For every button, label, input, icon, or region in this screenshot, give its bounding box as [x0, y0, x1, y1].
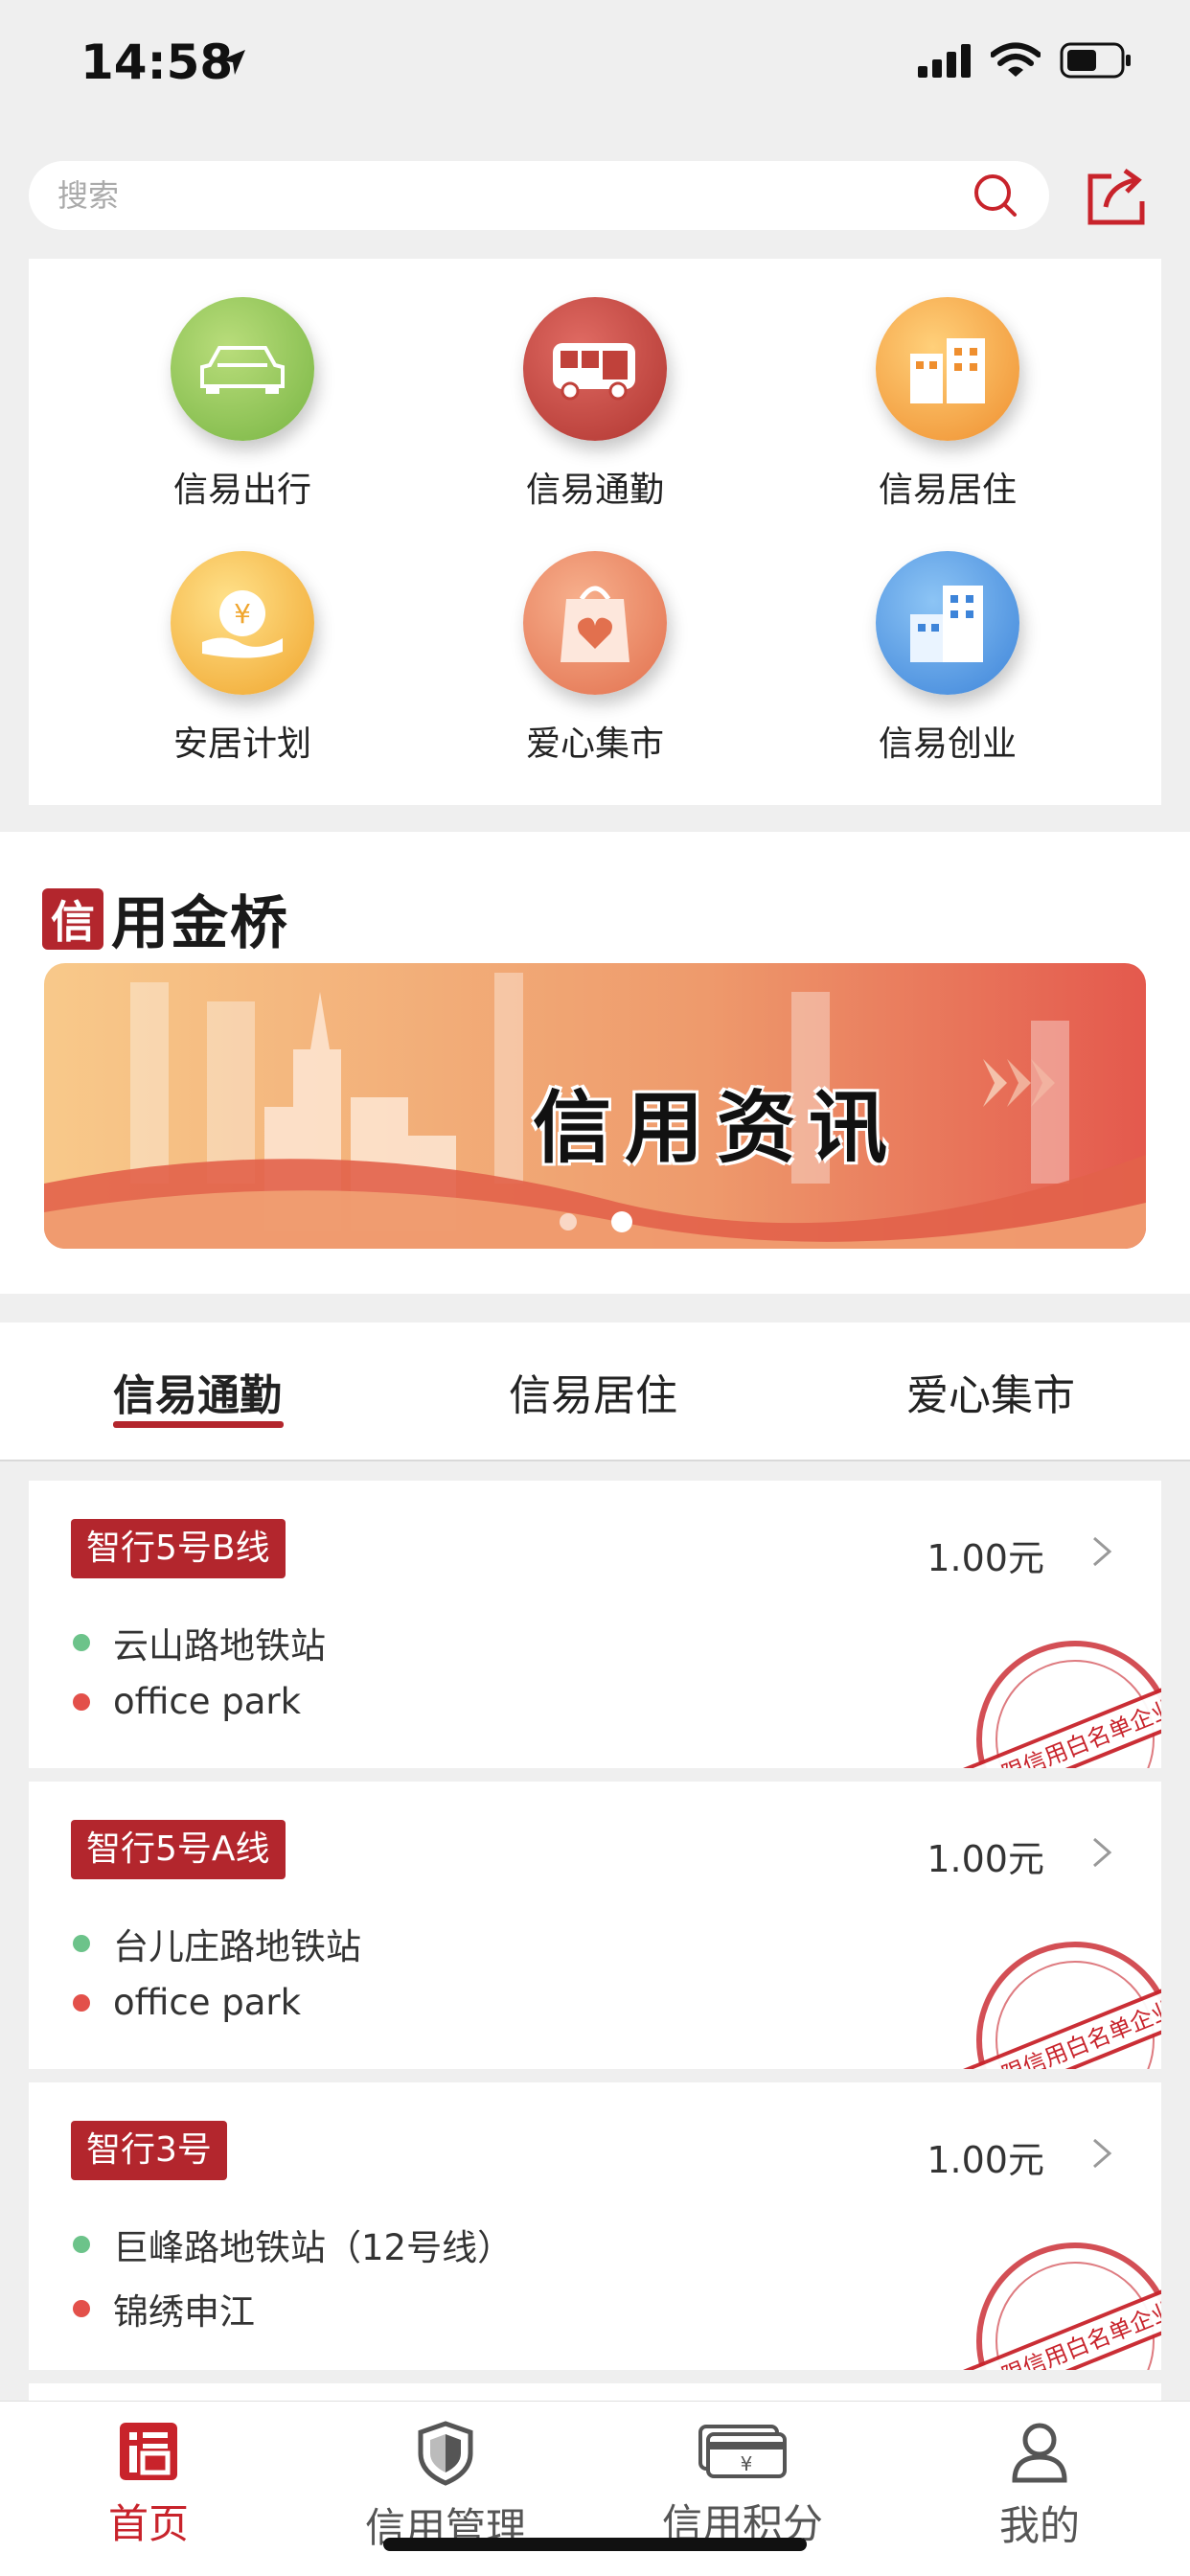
nav-label: 我的 [998, 2502, 1080, 2549]
route-name-badge: 智行5号A线 [71, 1820, 286, 1879]
svg-text:¥: ¥ [234, 598, 251, 630]
news-banner[interactable]: 信用资讯 [44, 963, 1146, 1249]
cellular-signal-icon [918, 44, 971, 78]
nav-mine[interactable]: 我的 [920, 2421, 1159, 2552]
search-bar[interactable] [29, 161, 1049, 230]
brand-logo-mark: 信 [42, 887, 103, 950]
points-card-icon: ¥ [698, 2425, 787, 2478]
route-price: 1.00元 [927, 1537, 1044, 1579]
route-card[interactable]: 智行5号A线 1.00元 台儿庄路地铁站 office park 仅限信用白名单… [29, 1782, 1161, 2069]
office-building-icon [876, 551, 1019, 695]
stop-name: 云山路地铁站 [113, 1625, 326, 1667]
stop-name: office park [113, 1681, 302, 1722]
stop-name: office park [113, 1982, 302, 2023]
whitelist-stamp: 仅限信用白名单企业 [951, 2242, 1161, 2370]
route-name-badge: 智行5号B线 [71, 1519, 286, 1578]
chevron-right-icon [1093, 1536, 1112, 1567]
stop-name: 巨峰路地铁站（12号线） [113, 2227, 514, 2268]
bus-icon [523, 297, 667, 441]
chevron-right-icon [1093, 1837, 1112, 1868]
wifi-icon [991, 42, 1041, 77]
service-label: 信易出行 [172, 471, 311, 510]
active-tab-indicator [113, 1421, 284, 1428]
nav-home[interactable]: 首页 [29, 2421, 268, 2550]
service-label: 信易创业 [878, 724, 1017, 764]
svg-text:¥: ¥ [741, 2452, 753, 2475]
service-commute[interactable]: 信易通勤 [451, 297, 739, 512]
home-indicator [383, 2538, 807, 2551]
route-start-stop: 云山路地铁站 [73, 1617, 326, 1668]
start-dot [73, 1634, 90, 1651]
service-charity-market[interactable]: 爱心集市 [451, 551, 739, 766]
service-housing[interactable]: 信易居住 [804, 297, 1091, 512]
next-card-peek [29, 2383, 1161, 2401]
shield-icon [418, 2421, 473, 2486]
route-price: 1.00元 [927, 1838, 1044, 1880]
share-icon[interactable] [1083, 163, 1150, 230]
location-arrow-icon [220, 50, 245, 75]
tab-charity-market[interactable]: 爱心集市 [906, 1361, 1075, 1422]
banner-title: 信用资讯 [533, 1083, 902, 1174]
battery-icon [1060, 42, 1131, 79]
route-end-stop: office park [73, 1681, 301, 1722]
route-start-stop: 巨峰路地铁站（12号线） [73, 2219, 513, 2270]
search-icon[interactable] [971, 171, 1020, 220]
heart-bag-icon [523, 551, 667, 695]
home-credit-icon [120, 2423, 177, 2480]
chevron-right-icon [1093, 2138, 1112, 2169]
tab-commute[interactable]: 信易通勤 [113, 1361, 282, 1422]
whitelist-stamp: 仅限信用白名单企业 [951, 1641, 1161, 1768]
route-card[interactable]: 智行3号 1.00元 巨峰路地铁站（12号线） 锦绣申江 仅限信用白名单企业 [29, 2082, 1161, 2370]
route-end-stop: 锦绣申江 [73, 2283, 255, 2334]
service-settle-plan[interactable]: ¥ 安居计划 [99, 551, 386, 766]
whitelist-stamp: 仅限信用白名单企业 [951, 1942, 1161, 2069]
start-dot [73, 2236, 90, 2253]
end-dot [73, 1993, 90, 2012]
route-name-badge: 智行3号 [71, 2121, 227, 2180]
route-card[interactable]: 智行5号B线 1.00元 云山路地铁站 office park 仅限信用白名单企… [29, 1481, 1161, 1768]
status-icons [918, 42, 1133, 79]
tab-housing[interactable]: 信易居住 [509, 1361, 677, 1422]
yuan-hand-icon: ¥ [171, 551, 314, 695]
services-grid: 信易出行 信易通勤 信易居住 ¥ 安居计划 爱心集市 信易创业 [29, 259, 1161, 805]
buildings-icon [876, 297, 1019, 441]
service-label: 信易通勤 [525, 471, 664, 510]
status-time: 14:58 [80, 34, 234, 90]
service-startup[interactable]: 信易创业 [804, 551, 1091, 766]
start-dot [73, 1935, 90, 1952]
end-dot [73, 1692, 90, 1711]
end-dot [73, 2300, 90, 2317]
nav-credit-management[interactable]: 信用管理 [326, 2421, 565, 2554]
category-tabs: 信易通勤 信易居住 爱心集市 [0, 1322, 1190, 1461]
route-end-stop: office park [73, 1982, 301, 2023]
service-label: 爱心集市 [525, 724, 664, 764]
brand-logo: 信 用金桥 [42, 877, 289, 960]
car-icon [171, 297, 314, 441]
nav-label: 首页 [107, 2500, 189, 2547]
brand-name: 用金桥 [111, 890, 289, 957]
stop-name: 台儿庄路地铁站 [113, 1926, 361, 1967]
service-travel[interactable]: 信易出行 [99, 297, 386, 512]
service-label: 信易居住 [878, 471, 1017, 510]
nav-credit-points[interactable]: ¥ 信用积分 [623, 2421, 862, 2550]
service-label: 安居计划 [172, 724, 311, 764]
search-input[interactable] [57, 177, 971, 214]
brand-logo-char: 信 [51, 895, 95, 948]
route-price: 1.00元 [927, 2139, 1044, 2181]
user-icon [1012, 2423, 1067, 2483]
stop-name: 锦绣申江 [113, 2291, 255, 2333]
route-start-stop: 台儿庄路地铁站 [73, 1918, 361, 1969]
